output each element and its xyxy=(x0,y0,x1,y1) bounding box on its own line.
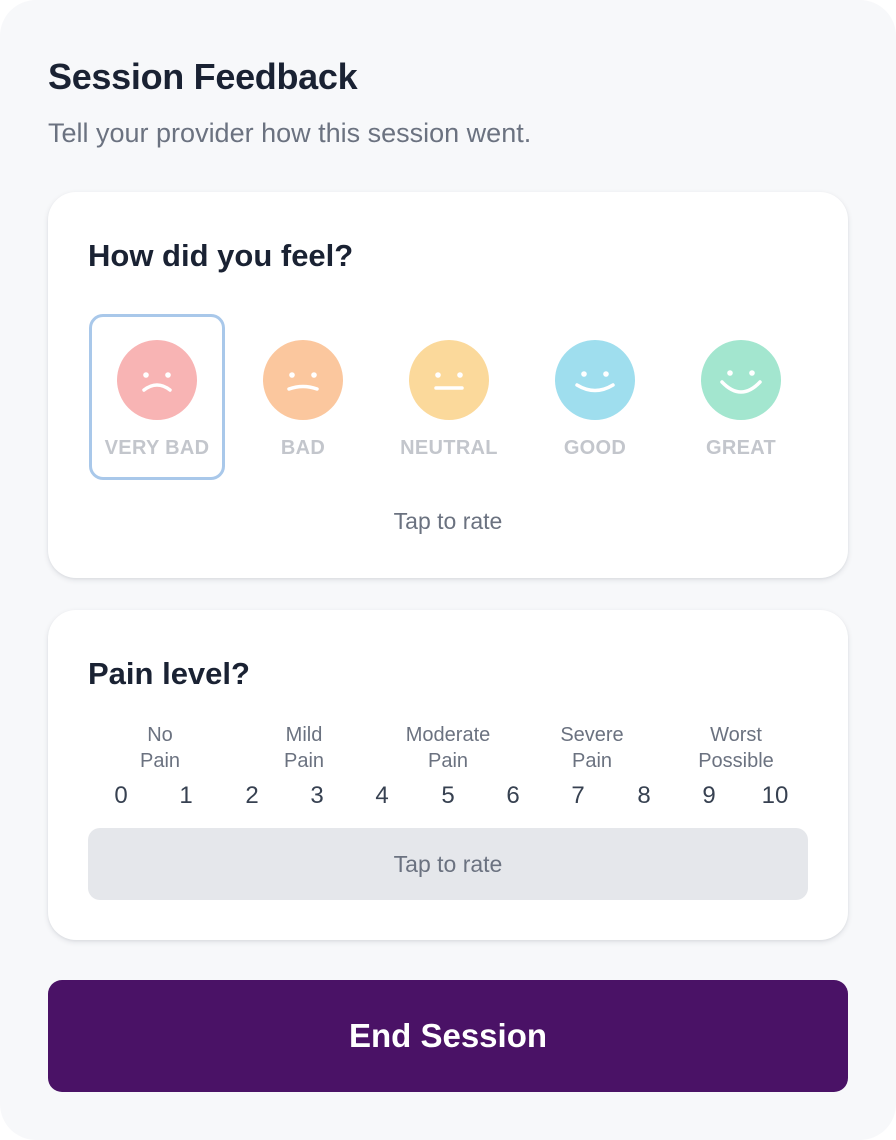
pain-label-worst: Worst Possible xyxy=(698,724,774,772)
pain-scale-number[interactable]: 6 xyxy=(493,782,533,810)
very-bad-face-icon xyxy=(117,340,197,420)
session-feedback-screen: Session Feedback Tell your provider how … xyxy=(0,0,896,1140)
mood-option-bad[interactable]: BAD xyxy=(235,314,371,480)
pain-title: Pain level? xyxy=(88,656,250,691)
pain-label-no-pain: No Pain xyxy=(139,724,181,772)
pain-scale-number[interactable]: 7 xyxy=(558,782,598,810)
mood-label: GOOD xyxy=(563,437,627,459)
pain-scale-number[interactable]: 5 xyxy=(428,782,468,810)
pain-scale-number[interactable]: 2 xyxy=(232,782,272,810)
great-face-icon xyxy=(701,340,781,420)
pain-scale-number[interactable]: 8 xyxy=(624,782,664,810)
page-title: Session Feedback xyxy=(48,56,358,97)
mood-label: VERY BAD xyxy=(104,437,210,459)
feeling-rate-hint: Tap to rate xyxy=(393,508,503,534)
pain-scale-number[interactable]: 3 xyxy=(297,782,337,810)
mood-option-neutral[interactable]: NEUTRAL xyxy=(381,314,517,480)
pain-rate-slider[interactable]: Tap to rate xyxy=(88,828,808,900)
good-face-icon xyxy=(555,340,635,420)
pain-scale-number[interactable]: 9 xyxy=(689,782,729,810)
pain-label-moderate: Moderate Pain xyxy=(405,724,491,772)
bad-face-icon xyxy=(263,340,343,420)
pain-label-mild: Mild Pain xyxy=(283,724,325,772)
mood-label: GREAT xyxy=(705,437,776,459)
pain-label-severe: Severe Pain xyxy=(560,724,624,772)
feeling-card: How did you feel? VERY BAD BAD NEUTRAL G… xyxy=(48,192,848,578)
feeling-title: How did you feel? xyxy=(88,238,354,273)
page-subtitle: Tell your provider how this session went… xyxy=(48,118,532,148)
mood-label: NEUTRAL xyxy=(400,437,498,459)
mood-option-good[interactable]: GOOD xyxy=(527,314,663,480)
pain-card: Pain level? No Pain Mild Pain Moderate P… xyxy=(48,610,848,940)
mood-option-very-bad[interactable]: VERY BAD xyxy=(89,314,225,480)
mood-label: BAD xyxy=(280,437,326,459)
pain-scale-number[interactable]: 0 xyxy=(101,782,141,810)
mood-option-great[interactable]: GREAT xyxy=(673,314,809,480)
pain-scale-number[interactable]: 10 xyxy=(755,782,795,810)
end-session-button[interactable]: End Session xyxy=(48,980,848,1092)
pain-scale-number[interactable]: 4 xyxy=(362,782,402,810)
neutral-face-icon xyxy=(409,340,489,420)
pain-scale-number[interactable]: 1 xyxy=(166,782,206,810)
